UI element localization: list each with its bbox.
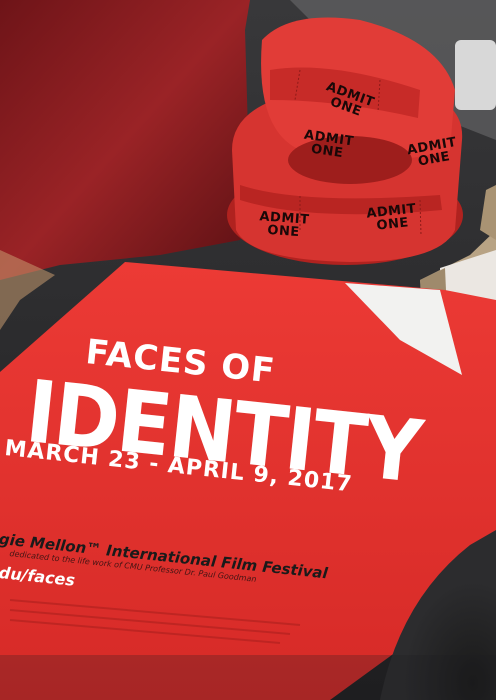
- scene-background: [0, 0, 496, 700]
- ticket-label-4: ADMIT ONE: [258, 209, 310, 241]
- red-cloth: [0, 0, 250, 280]
- photo-scene: ADMIT ONE ADMIT ONE ADMIT ONE ADMIT ONE …: [0, 0, 496, 700]
- bottom-shadow: [0, 655, 496, 700]
- poster: [0, 262, 496, 700]
- background-object: [455, 40, 496, 110]
